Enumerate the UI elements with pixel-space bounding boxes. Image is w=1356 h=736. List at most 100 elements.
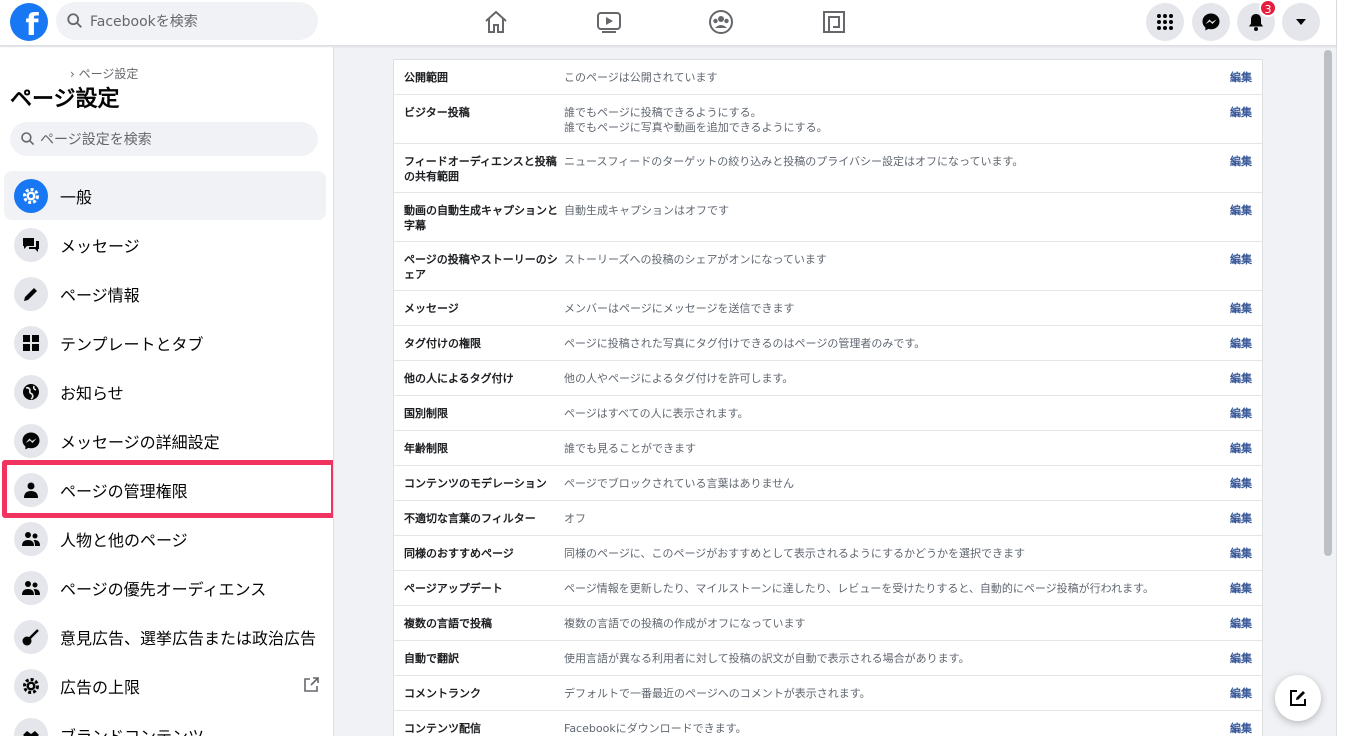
settings-row: ページの投稿やストーリーのシェア ストーリーズへの投稿のシェアがオンになっています… xyxy=(394,242,1262,291)
edit-link[interactable]: 編集 xyxy=(1222,371,1252,387)
settings-row: 年齢制限 誰でも見ることができます 編集 xyxy=(394,431,1262,466)
settings-row: 自動で翻訳 使用言語が異なる利用者に対して投稿の訳文が自動で表示される場合がありま… xyxy=(394,641,1262,676)
edit-link[interactable]: 編集 xyxy=(1222,651,1252,667)
edit-link[interactable]: 編集 xyxy=(1222,581,1252,597)
search-icon xyxy=(67,13,82,28)
edit-link[interactable]: 編集 xyxy=(1222,686,1252,702)
setting-name: 公開範囲 xyxy=(404,71,448,84)
setting-value: 誰でも見ることができます xyxy=(564,442,696,455)
sidebar-item-advanced-messaging[interactable]: メッセージの詳細設定 xyxy=(4,416,326,465)
menu-button[interactable] xyxy=(1146,3,1184,41)
messenger-icon xyxy=(14,423,48,458)
facebook-logo[interactable]: f xyxy=(10,3,48,41)
pencil-icon xyxy=(14,276,48,311)
setting-name: ビジター投稿 xyxy=(404,106,470,119)
setting-name: メッセージ xyxy=(404,302,459,315)
settings-sidebar: › ページ設定 ページ設定 ページ設定を検索 一般 メッセージ ページ情報 テン… xyxy=(0,47,334,736)
sidebar-item-label: メッセージの詳細設定 xyxy=(60,432,220,452)
search-placeholder: Facebookを検索 xyxy=(90,14,198,30)
setting-value: ページはすべての人に表示されます。 xyxy=(564,407,749,420)
settings-search-input[interactable]: ページ設定を検索 xyxy=(10,122,318,156)
scrollbar-thumb[interactable] xyxy=(1324,50,1332,556)
breadcrumb[interactable]: › ページ設定 xyxy=(70,65,138,82)
notification-count-badge: 3 xyxy=(1259,0,1277,17)
sidebar-item-messages[interactable]: メッセージ xyxy=(4,220,326,269)
home-icon[interactable] xyxy=(482,8,510,36)
setting-name: コンテンツ配信 xyxy=(404,722,481,735)
setting-value: 他の人やページによるタグ付けを許可します。 xyxy=(564,372,794,385)
edit-link[interactable]: 編集 xyxy=(1222,546,1252,562)
sidebar-item-label: ページの優先オーディエンス xyxy=(60,579,267,599)
setting-name: 自動で翻訳 xyxy=(404,652,459,665)
page-title: ページ設定 xyxy=(10,87,120,112)
globe-icon xyxy=(14,374,48,409)
sidebar-item-templates-tabs[interactable]: テンプレートとタブ xyxy=(4,318,326,367)
setting-value: メンバーはページにメッセージを送信できます xyxy=(564,302,795,315)
sidebar-item-preferred-audience[interactable]: ページの優先オーディエンス xyxy=(4,563,326,612)
setting-name: 不適切な言葉のフィルター xyxy=(404,512,536,525)
settings-row: 同様のおすすめページ 同様のページに、このページがおすすめとして表示されるようにす… xyxy=(394,536,1262,571)
setting-name: 他の人によるタグ付け xyxy=(404,372,514,385)
sidebar-item-branded-content[interactable]: ブランドコンテンツ xyxy=(4,710,326,736)
setting-value: 同様のページに、このページがおすすめとして表示されるようにするかどうかを選択でき… xyxy=(564,547,1026,560)
new-message-button[interactable] xyxy=(1275,675,1321,721)
grid-menu-icon xyxy=(1157,14,1173,30)
settings-row: コンテンツ配信 Facebookにダウンロードできます。 編集 xyxy=(394,711,1262,736)
groups-icon[interactable] xyxy=(707,8,735,36)
setting-value: ページ情報を更新したり、マイルストーンに達したり、レビューを受けたりすると、自動… xyxy=(564,582,1155,595)
settings-row: 複数の言語で投稿 複数の言語での投稿の作成がオフになっています 編集 xyxy=(394,606,1262,641)
setting-name: 国別制限 xyxy=(404,407,448,420)
setting-value: ニュースフィードのターゲットの絞り込みと投稿のプライバシー設定はオフになっていま… xyxy=(564,155,1024,168)
edit-link[interactable]: 編集 xyxy=(1222,721,1252,736)
edit-link[interactable]: 編集 xyxy=(1222,105,1252,135)
search-icon xyxy=(21,132,35,146)
account-menu-button[interactable] xyxy=(1282,3,1320,41)
notifications-button[interactable]: 3 xyxy=(1237,0,1277,41)
edit-link[interactable]: 編集 xyxy=(1222,301,1252,317)
messenger-button[interactable] xyxy=(1192,3,1230,41)
sidebar-item-political-ads[interactable]: 意見広告、選挙広告または政治広告 xyxy=(4,612,326,661)
sidebar-item-label: 人物と他のページ xyxy=(60,530,188,550)
edit-link[interactable]: 編集 xyxy=(1222,406,1252,422)
edit-link[interactable]: 編集 xyxy=(1222,203,1252,233)
setting-name: 複数の言語で投稿 xyxy=(404,617,492,630)
setting-value: オフ xyxy=(564,512,586,525)
settings-row: 動画の自動生成キャプションと字幕 自動生成キャプションはオフです 編集 xyxy=(394,193,1262,242)
sidebar-item-label: ページ情報 xyxy=(60,285,140,305)
setting-value: Facebookにダウンロードできます。 xyxy=(564,722,747,735)
edit-link[interactable]: 編集 xyxy=(1222,616,1252,632)
messenger-icon xyxy=(1202,13,1220,31)
edit-link[interactable]: 編集 xyxy=(1222,70,1252,86)
settings-menu: 一般 メッセージ ページ情報 テンプレートとタブ お知らせ メッセージの詳細設定… xyxy=(0,171,333,736)
sidebar-item-page-info[interactable]: ページ情報 xyxy=(4,269,326,318)
setting-name: コンテンツのモデレーション xyxy=(404,477,547,490)
grid-icon xyxy=(14,325,48,360)
gear-icon xyxy=(14,178,48,213)
sidebar-item-general[interactable]: 一般 xyxy=(4,171,326,220)
setting-name: 同様のおすすめページ xyxy=(404,547,514,560)
caret-down-icon xyxy=(1296,19,1306,25)
sidebar-item-page-roles[interactable]: ページの管理権限 xyxy=(4,465,326,514)
edit-link[interactable]: 編集 xyxy=(1222,154,1252,184)
compose-icon xyxy=(1290,690,1306,706)
sidebar-item-notifications[interactable]: お知らせ xyxy=(4,367,326,416)
sidebar-item-label: メッセージ xyxy=(60,236,140,256)
setting-value: 誰でもページに投稿できるようにする。 誰でもページに写真や動画を追加できるように… xyxy=(564,106,828,134)
edit-link[interactable]: 編集 xyxy=(1222,441,1252,457)
setting-value: ページでブロックされている言葉はありません xyxy=(564,477,795,490)
sidebar-item-people-other-pages[interactable]: 人物と他のページ xyxy=(4,514,326,563)
edit-link[interactable]: 編集 xyxy=(1222,252,1252,282)
settings-row: コメントランク デフォルトで一番最近のページへのコメントが表示されます。 編集 xyxy=(394,676,1262,711)
edit-link[interactable]: 編集 xyxy=(1222,476,1252,492)
settings-search-placeholder: ページ設定を検索 xyxy=(40,132,152,148)
settings-main: 公開範囲 このページは公開されています 編集 ビジター投稿 誰でもページに投稿できるよう… xyxy=(335,47,1320,736)
gaming-icon[interactable] xyxy=(820,8,848,36)
edit-link[interactable]: 編集 xyxy=(1222,336,1252,352)
setting-value: ストーリーズへの投稿のシェアがオンになっています xyxy=(564,253,827,266)
facebook-search-input[interactable]: Facebookを検索 xyxy=(56,2,318,40)
setting-value: 使用言語が異なる利用者に対して投稿の訳文が自動で表示される場合があります。 xyxy=(564,652,970,665)
watch-video-icon[interactable] xyxy=(595,8,623,36)
edit-link[interactable]: 編集 xyxy=(1222,511,1252,527)
sidebar-item-ad-limits[interactable]: 広告の上限 xyxy=(4,661,326,710)
settings-row: メッセージ メンバーはページにメッセージを送信できます 編集 xyxy=(394,291,1262,326)
